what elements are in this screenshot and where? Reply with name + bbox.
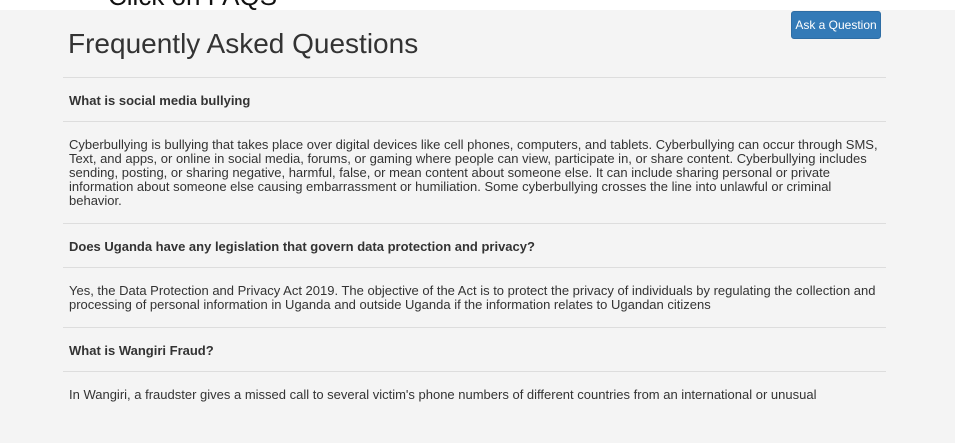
faq-list: What is social media bullying Cyberbully…	[63, 77, 886, 417]
ask-question-button[interactable]: Ask a Question	[791, 11, 881, 39]
faq-answer: In Wangiri, a fraudster gives a missed c…	[69, 387, 817, 402]
faq-question[interactable]: What is social media bullying	[63, 78, 886, 121]
faq-answer: Cyberbullying is bullying that takes pla…	[69, 137, 878, 208]
page-title: Frequently Asked Questions	[68, 28, 419, 59]
caption-text: Click on FAQS	[108, 0, 277, 10]
faq-answer: Yes, the Data Protection and Privacy Act…	[69, 283, 876, 312]
tutorial-caption: Click on FAQS	[0, 0, 955, 10]
faq-question[interactable]: What is Wangiri Fraud?	[63, 328, 886, 371]
faq-question[interactable]: Does Uganda have any legislation that go…	[63, 224, 886, 267]
faq-page: Ask a Question Frequently Asked Question…	[0, 10, 955, 443]
